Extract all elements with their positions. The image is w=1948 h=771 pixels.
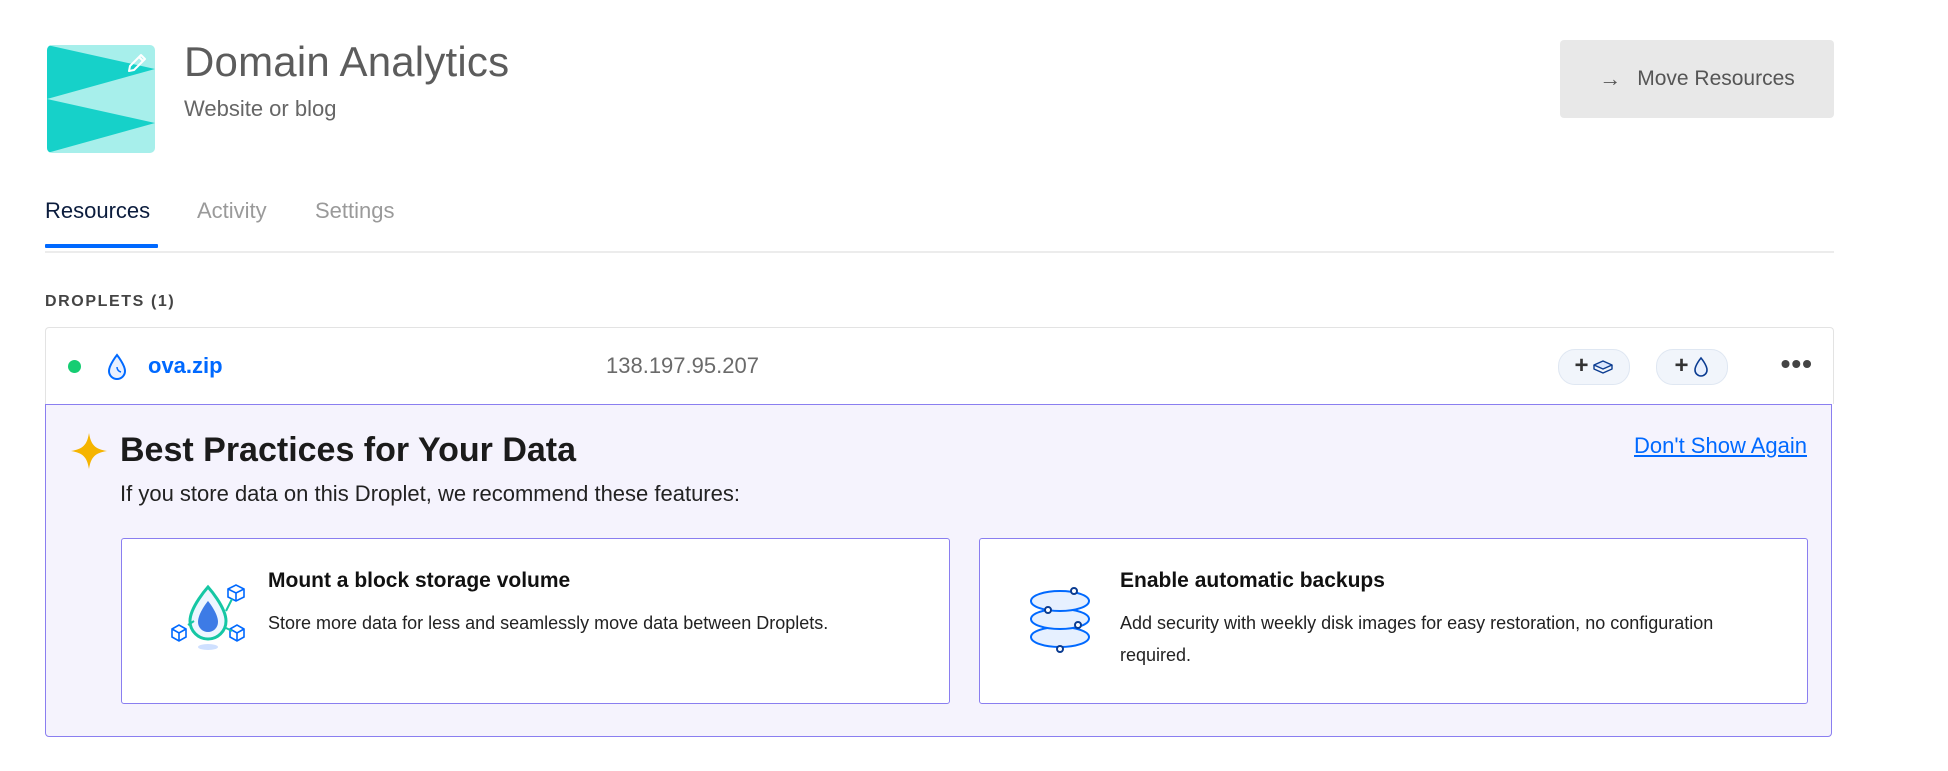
tab-resources[interactable]: Resources <box>45 198 150 224</box>
card-description: Store more data for less and seamlessly … <box>268 613 829 633</box>
project-icon[interactable] <box>47 45 155 153</box>
plus-icon: + <box>1674 352 1689 379</box>
block-storage-card[interactable]: Mount a block storage volume Store more … <box>121 538 950 704</box>
status-indicator <box>68 360 81 373</box>
sparkle-icon <box>70 432 108 475</box>
add-volume-button[interactable]: + <box>1558 349 1630 385</box>
pencil-icon[interactable] <box>125 51 149 75</box>
backups-icon <box>1028 585 1098 660</box>
card-description: Add security with weekly disk images for… <box>1120 613 1714 665</box>
arrow-right-icon: → <box>1599 66 1622 91</box>
card-title: Mount a block storage volume <box>268 569 571 592</box>
tab-activity[interactable]: Activity <box>197 198 267 224</box>
tab-settings[interactable]: Settings <box>315 198 395 224</box>
move-resources-button[interactable]: → Move Resources <box>1560 40 1834 118</box>
tab-bar: Resources Activity Settings <box>45 195 1834 253</box>
dont-show-again-link[interactable]: Don't Show Again <box>1634 433 1807 459</box>
page-subtitle: Website or blog <box>184 96 337 121</box>
page-title: Domain Analytics <box>184 38 510 85</box>
section-heading-droplets: DROPLETS (1) <box>45 293 176 310</box>
droplet-row: ova.zip 138.197.95.207 + + ••• <box>45 327 1834 404</box>
add-floating-ip-button[interactable]: + <box>1656 349 1728 385</box>
best-practices-title: Best Practices for Your Data <box>120 431 577 469</box>
more-options-button[interactable]: ••• <box>1781 350 1813 378</box>
droplet-ip-address: 138.197.95.207 <box>606 353 759 378</box>
volume-icon <box>1592 360 1613 374</box>
move-resources-label: Move Resources <box>1637 67 1795 90</box>
card-title: Enable automatic backups <box>1120 569 1385 592</box>
block-storage-icon <box>168 581 248 666</box>
best-practices-description: If you store data on this Droplet, we re… <box>120 481 740 506</box>
droplet-icon <box>1693 356 1708 377</box>
plus-icon: + <box>1574 352 1589 379</box>
automatic-backups-card[interactable]: Enable automatic backups Add security wi… <box>979 538 1808 704</box>
best-practices-panel: Best Practices for Your Data If you stor… <box>45 404 1832 737</box>
active-tab-indicator <box>45 244 158 248</box>
droplet-icon <box>106 353 128 386</box>
droplet-name-link[interactable]: ova.zip <box>148 353 223 379</box>
